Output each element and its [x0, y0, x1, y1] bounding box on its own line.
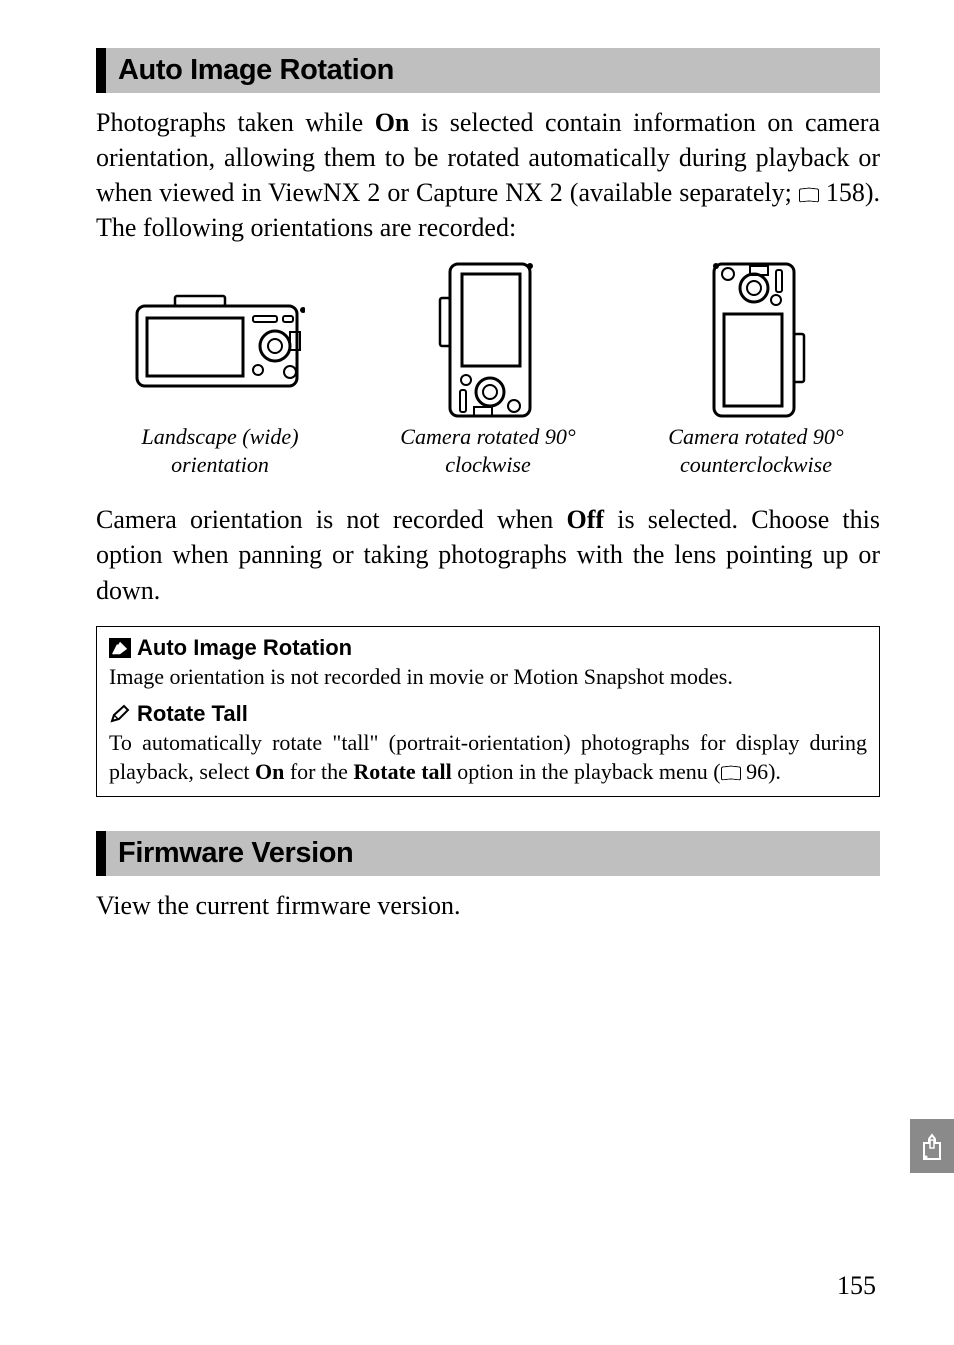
figure-clockwise: Camera rotated 90° clockwise — [364, 267, 612, 478]
bold-on: On — [375, 108, 410, 137]
caution-icon — [109, 638, 131, 658]
page-ref-number: 96 — [746, 759, 768, 784]
text: for the — [284, 759, 353, 784]
camera-rotated-ccw-icon — [706, 267, 806, 417]
page-ref-number: 158 — [826, 178, 865, 207]
note-title-auto-image-rotation: Auto Image Rotation — [109, 635, 867, 661]
text: Camera orientation is not recorded when — [96, 505, 567, 534]
paragraph-off: Camera orientation is not recorded when … — [96, 502, 880, 607]
caption-clockwise: Camera rotated 90° clockwise — [364, 423, 612, 478]
page-ref-icon — [799, 186, 819, 202]
bold-on: On — [255, 759, 284, 784]
text: Photographs taken while — [96, 108, 375, 137]
paragraph-firmware: View the current firmware version. — [96, 888, 880, 923]
bold-rotate-tall: Rotate tall — [353, 759, 451, 784]
note-title-text: Rotate Tall — [137, 701, 248, 727]
note-box: Auto Image Rotation Image orientation is… — [96, 626, 880, 798]
paragraph-intro: Photographs taken while On is selected c… — [96, 105, 880, 245]
camera-rotated-cw-icon — [438, 267, 538, 417]
section-header-firmware-version: Firmware Version — [96, 831, 880, 876]
figure-counterclockwise: Camera rotated 90° counterclockwise — [632, 267, 880, 478]
bold-off: Off — [567, 505, 605, 534]
note-body-2: To automatically rotate "tall" (portrait… — [109, 729, 867, 786]
setup-menu-tab-icon — [910, 1119, 954, 1173]
page-number: 155 — [837, 1271, 876, 1301]
caption-landscape: Landscape (wide) orientation — [96, 423, 344, 478]
text: option in the playback menu ( — [452, 759, 721, 784]
caption-counterclockwise: Camera rotated 90° counterclockwise — [632, 423, 880, 478]
pencil-icon — [109, 704, 131, 724]
section-header-auto-image-rotation: Auto Image Rotation — [96, 48, 880, 93]
note-body-1: Image orientation is not recorded in mov… — [109, 663, 867, 692]
orientation-figures-row: Landscape (wide) orientation Camera rota… — [96, 267, 880, 478]
camera-landscape-icon — [135, 267, 305, 417]
note-title-rotate-tall: Rotate Tall — [109, 701, 867, 727]
note-title-text: Auto Image Rotation — [137, 635, 352, 661]
figure-landscape: Landscape (wide) orientation — [96, 267, 344, 478]
text: ). — [768, 759, 781, 784]
page-ref-icon — [721, 764, 741, 780]
